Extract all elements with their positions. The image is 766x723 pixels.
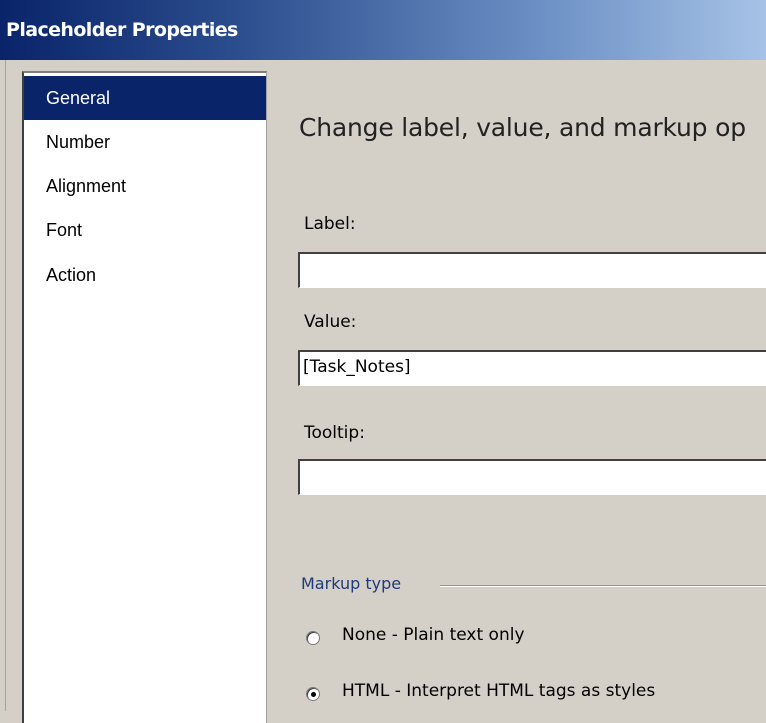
tooltip-input[interactable] bbox=[298, 459, 766, 495]
sidebar-item-number[interactable]: Number bbox=[24, 120, 266, 164]
value-field-label: Value: bbox=[304, 312, 357, 332]
window-frame-left bbox=[0, 60, 6, 711]
label-field-label: Label: bbox=[304, 214, 356, 234]
window-title: Placeholder Properties bbox=[6, 19, 238, 41]
sidebar: General Number Alignment Font Action bbox=[22, 71, 267, 723]
markup-type-divider bbox=[440, 585, 766, 587]
markup-type-group-label: Markup type bbox=[301, 574, 402, 593]
markup-none-label: None - Plain text only bbox=[342, 625, 525, 645]
sidebar-item-alignment[interactable]: Alignment bbox=[24, 164, 266, 208]
value-input[interactable]: [Task_Notes] bbox=[298, 350, 766, 386]
page-heading: Change label, value, and markup op bbox=[299, 113, 746, 142]
markup-html-label: HTML - Interpret HTML tags as styles bbox=[342, 681, 656, 701]
general-page: Change label, value, and markup op Label… bbox=[266, 60, 766, 711]
label-input[interactable] bbox=[298, 252, 766, 288]
tooltip-field-label: Tooltip: bbox=[304, 423, 365, 443]
radio-html[interactable] bbox=[306, 687, 320, 701]
sidebar-item-font[interactable]: Font bbox=[24, 208, 266, 252]
radio-selected-dot bbox=[311, 692, 316, 697]
sidebar-item-general[interactable]: General bbox=[24, 76, 266, 120]
radio-none[interactable] bbox=[306, 631, 320, 645]
sidebar-item-action[interactable]: Action bbox=[24, 253, 266, 297]
title-bar[interactable]: Placeholder Properties bbox=[0, 0, 766, 60]
